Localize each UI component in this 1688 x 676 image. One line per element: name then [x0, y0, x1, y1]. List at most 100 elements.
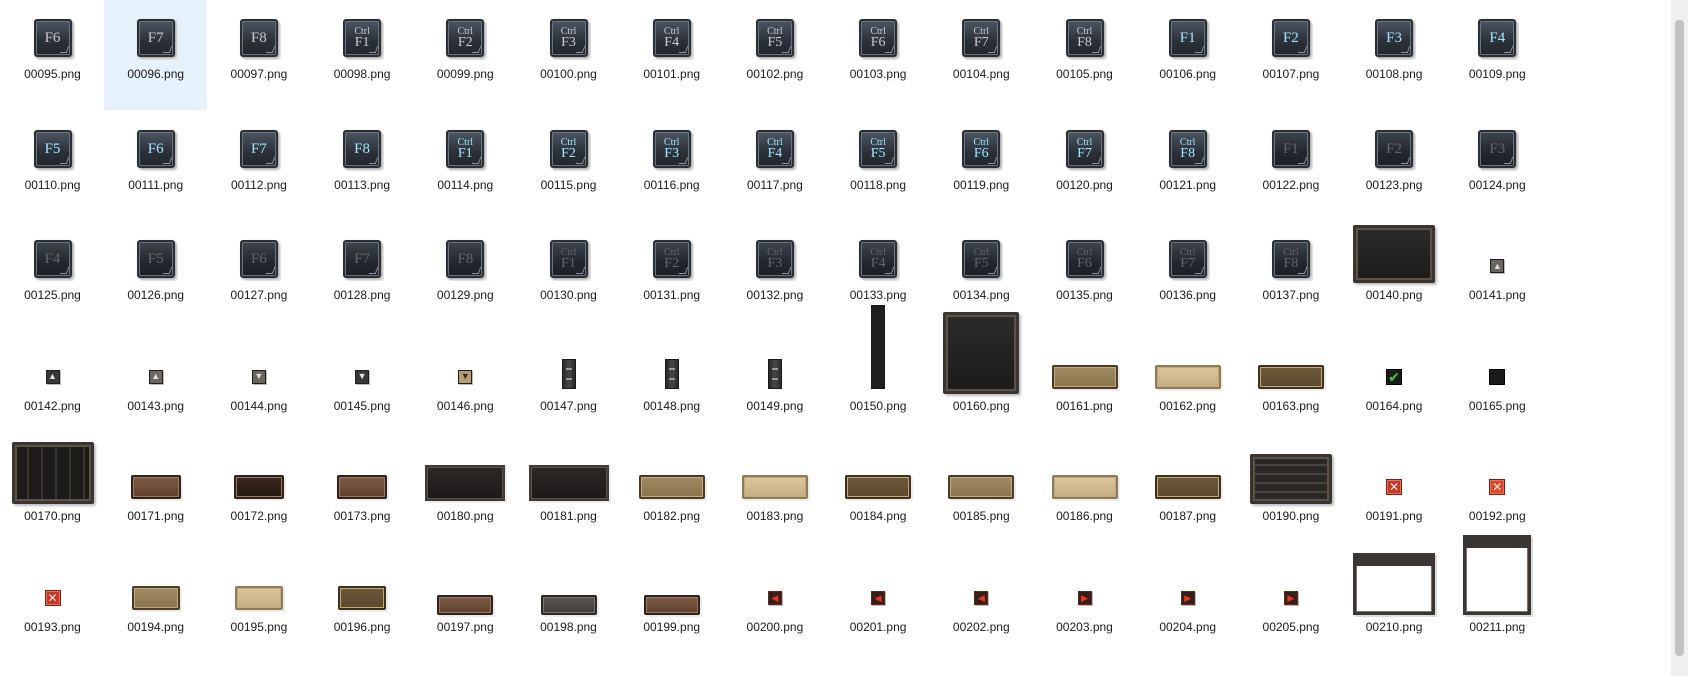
file-name: 00126.png: [127, 288, 185, 303]
file-item[interactable]: 00172.png: [207, 442, 310, 552]
file-item[interactable]: 00165.png: [1446, 332, 1549, 442]
file-item[interactable]: Ctrl F1 00114.png: [414, 111, 517, 221]
file-item[interactable]: ▲ 00142.png: [1, 332, 104, 442]
file-item[interactable]: Ctrl F1 00130.png: [517, 221, 620, 331]
file-item[interactable]: 00140.png: [1343, 221, 1446, 331]
file-item[interactable]: F2 00123.png: [1343, 111, 1446, 221]
key-label: F2: [561, 145, 576, 161]
file-item[interactable]: ▼ 00146.png: [414, 332, 517, 442]
file-item[interactable]: Ctrl F4 00101.png: [620, 0, 723, 110]
file-item[interactable]: Ctrl F8 00105.png: [1033, 0, 1136, 110]
file-item[interactable]: 00170.png: [1, 442, 104, 552]
file-item[interactable]: Ctrl F8 00137.png: [1239, 221, 1342, 331]
file-item[interactable]: ▼ 00144.png: [207, 332, 310, 442]
file-name: 00115.png: [540, 177, 597, 192]
file-item[interactable]: F7 00128.png: [311, 221, 414, 331]
file-item[interactable]: 00198.png: [517, 553, 620, 663]
file-item[interactable]: 00190.png: [1239, 442, 1342, 552]
file-item[interactable]: Ctrl F6 00119.png: [930, 111, 1033, 221]
file-item[interactable]: F6 00127.png: [207, 221, 310, 331]
file-item[interactable]: 00180.png: [414, 442, 517, 552]
file-item[interactable]: Ctrl F7 00104.png: [930, 0, 1033, 110]
file-item[interactable]: 00147.png: [517, 332, 620, 442]
file-item[interactable]: 00195.png: [207, 553, 310, 663]
file-item[interactable]: F3 00108.png: [1343, 0, 1446, 110]
file-item[interactable]: F2 00107.png: [1239, 0, 1342, 110]
file-name: 00148.png: [643, 398, 701, 413]
file-item[interactable]: 00181.png: [517, 442, 620, 552]
file-name: 00190.png: [1262, 509, 1320, 524]
file-item[interactable]: 00183.png: [723, 442, 826, 552]
file-item[interactable]: 00161.png: [1033, 332, 1136, 442]
file-item[interactable]: ✕ 00191.png: [1343, 442, 1446, 552]
file-item[interactable]: F8 00097.png: [207, 0, 310, 110]
file-item[interactable]: Ctrl F3 00100.png: [517, 0, 620, 110]
file-item[interactable]: Ctrl F4 00117.png: [723, 111, 826, 221]
file-thumbnail: ▶: [1136, 553, 1239, 615]
file-item[interactable]: 00149.png: [723, 332, 826, 442]
file-item[interactable]: ◀ 00201.png: [827, 553, 930, 663]
file-item[interactable]: Ctrl F8 00121.png: [1136, 111, 1239, 221]
file-item[interactable]: Ctrl F2 00131.png: [620, 221, 723, 331]
file-item[interactable]: 00187.png: [1136, 442, 1239, 552]
file-item[interactable]: Ctrl F5 00118.png: [827, 111, 930, 221]
file-item[interactable]: F8 00113.png: [311, 111, 414, 221]
file-item[interactable]: F6 00095.png: [1, 0, 104, 110]
file-item[interactable]: Ctrl F3 00116.png: [620, 111, 723, 221]
file-item[interactable]: 00211.png: [1446, 535, 1549, 663]
file-item[interactable]: ◀ 00200.png: [723, 553, 826, 663]
file-item[interactable]: Ctrl F3 00132.png: [723, 221, 826, 331]
file-item[interactable]: 00182.png: [620, 442, 723, 552]
file-item[interactable]: 00173.png: [311, 442, 414, 552]
file-item[interactable]: Ctrl F7 00120.png: [1033, 111, 1136, 221]
file-item[interactable]: 00162.png: [1136, 332, 1239, 442]
scrollbar-thumb[interactable]: [1675, 20, 1684, 656]
file-item[interactable]: 00163.png: [1239, 332, 1342, 442]
file-item[interactable]: 00196.png: [311, 553, 414, 663]
file-item[interactable]: Ctrl F2 00115.png: [517, 111, 620, 221]
file-item[interactable]: 00194.png: [104, 553, 207, 663]
file-item[interactable]: 00186.png: [1033, 442, 1136, 552]
file-item[interactable]: ▶ 00204.png: [1136, 553, 1239, 663]
file-item[interactable]: F1 00122.png: [1239, 111, 1342, 221]
file-item[interactable]: ✕ 00193.png: [1, 553, 104, 663]
file-item[interactable]: ✔ 00164.png: [1343, 332, 1446, 442]
file-item[interactable]: Ctrl F2 00099.png: [414, 0, 517, 110]
key-icon: F8: [239, 19, 278, 57]
file-item[interactable]: 00185.png: [930, 442, 1033, 552]
file-item[interactable]: 00197.png: [414, 553, 517, 663]
file-item[interactable]: 00171.png: [104, 442, 207, 552]
vertical-scrollbar[interactable]: [1671, 0, 1688, 676]
key-label: F4: [1489, 30, 1506, 46]
file-item[interactable]: 00210.png: [1343, 553, 1446, 663]
file-item[interactable]: ▲ 00141.png: [1446, 221, 1549, 331]
file-item[interactable]: 00160.png: [930, 311, 1033, 442]
file-item[interactable]: F5 00110.png: [1, 111, 104, 221]
file-item[interactable]: F3 00124.png: [1446, 111, 1549, 221]
file-item[interactable]: F1 00106.png: [1136, 0, 1239, 110]
file-item[interactable]: 00150.png: [827, 304, 930, 442]
file-item[interactable]: Ctrl F6 00103.png: [827, 0, 930, 110]
file-item[interactable]: 00184.png: [827, 442, 930, 552]
file-item[interactable]: 00148.png: [620, 332, 723, 442]
file-item[interactable]: F4 00109.png: [1446, 0, 1549, 110]
file-item[interactable]: F7 00112.png: [207, 111, 310, 221]
file-item[interactable]: F8 00129.png: [414, 221, 517, 331]
file-item[interactable]: ▶ 00205.png: [1239, 553, 1342, 663]
file-item[interactable]: Ctrl F6 00135.png: [1033, 221, 1136, 331]
file-item[interactable]: ▶ 00203.png: [1033, 553, 1136, 663]
file-item[interactable]: ▲ 00143.png: [104, 332, 207, 442]
file-item[interactable]: 00199.png: [620, 553, 723, 663]
file-item[interactable]: Ctrl F5 00102.png: [723, 0, 826, 110]
file-item[interactable]: Ctrl F1 00098.png: [311, 0, 414, 110]
file-item[interactable]: F7 00096.png: [104, 0, 208, 110]
file-item[interactable]: ◀ 00202.png: [930, 553, 1033, 663]
key-label: F6: [1077, 256, 1092, 272]
file-thumbnail: Ctrl F4: [827, 221, 930, 283]
file-item[interactable]: F6 00111.png: [104, 111, 207, 221]
file-item[interactable]: F5 00126.png: [104, 221, 207, 331]
file-item[interactable]: ▼ 00145.png: [311, 332, 414, 442]
file-item[interactable]: F4 00125.png: [1, 221, 104, 331]
file-item[interactable]: Ctrl F7 00136.png: [1136, 221, 1239, 331]
file-thumbnail: [517, 553, 620, 615]
